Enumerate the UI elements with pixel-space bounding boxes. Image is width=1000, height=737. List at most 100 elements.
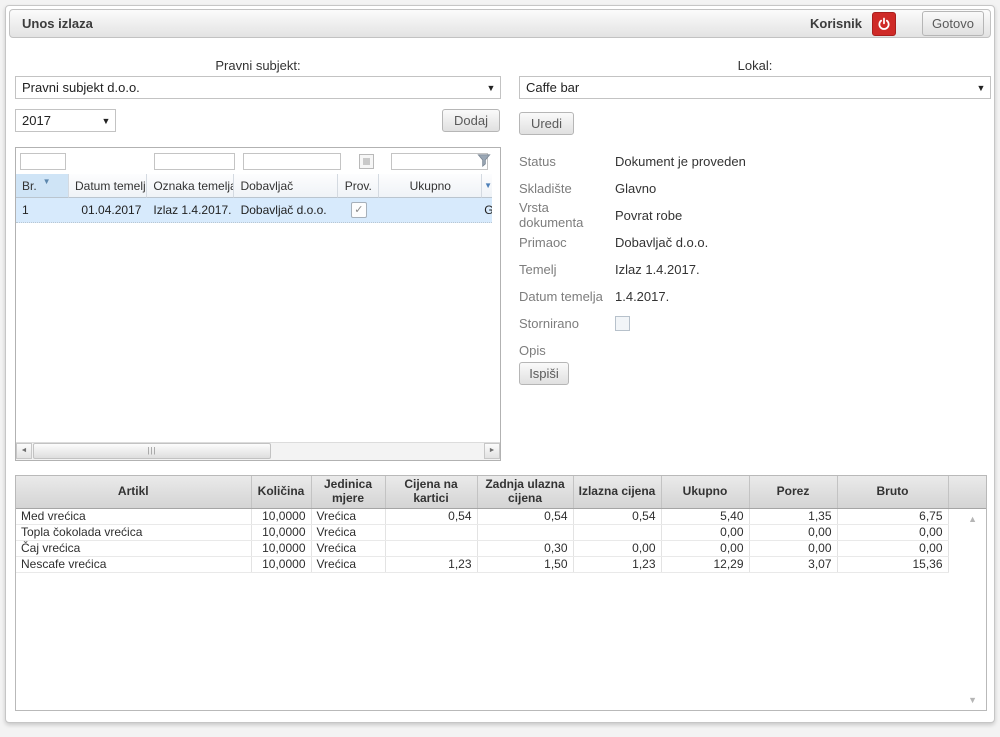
scroll-left-button[interactable]: ◄ — [16, 443, 32, 459]
detail-temelj-label: Temelj — [519, 261, 557, 277]
detail-status-value: Dokument je proveden — [615, 153, 746, 169]
items-scroll-down-button[interactable]: ▼ — [968, 695, 977, 705]
item-cijena-kartici: 1,23 — [385, 556, 478, 573]
grid-header-more[interactable]: ▼ — [482, 174, 492, 198]
item-porez: 0,00 — [749, 540, 838, 557]
items-header-kolicina[interactable]: Količina — [251, 476, 312, 509]
grid-filter-row — [16, 148, 492, 174]
app-window: Unos izlaza Korisnik Gotovo Pravni subje… — [5, 5, 995, 723]
detail-stornirano-label: Stornirano — [519, 315, 579, 331]
chevron-down-icon: ▼ — [976, 82, 986, 93]
detail-skladiste-label: Skladište — [519, 180, 572, 196]
items-header-artikl[interactable]: Artikl — [16, 476, 252, 509]
detail-opis: Opis — [519, 340, 615, 360]
item-ukupno: 0,00 — [661, 540, 750, 557]
detail-datum-value: 1.4.2017. — [615, 288, 670, 304]
filter-prov-checkbox[interactable] — [358, 153, 374, 169]
scroll-right-button[interactable]: ► — [484, 443, 500, 459]
item-izlazna: 1,23 — [573, 556, 662, 573]
item-kolicina: 10,0000 — [251, 508, 312, 525]
cell-datum-temelja: 01.04.2017 — [81, 203, 142, 217]
grid-header-datum-temelja[interactable]: Datum temelja — [68, 174, 148, 198]
done-button[interactable]: Gotovo — [922, 11, 984, 36]
grid-row-selected[interactable]: 1 01.04.2017 Izlaz 1.4.2017. Dobavljač d… — [16, 198, 492, 223]
cell-ukupno — [379, 198, 482, 222]
item-row[interactable]: Topla čokolada vrećica 10,0000 Vrećica 0… — [16, 524, 986, 541]
item-cijena-kartici — [385, 540, 478, 557]
item-ukupno: 0,00 — [661, 524, 750, 541]
location-value: Caffe bar — [526, 80, 580, 95]
grid-header-ukupno[interactable]: Ukupno — [379, 174, 483, 198]
item-artikl: Čaj vrećica — [16, 540, 252, 557]
cell-next-partial: Gla — [482, 198, 492, 222]
grid-horizontal-scrollbar[interactable]: ◄ ||| ► — [16, 442, 500, 460]
item-cijena-kartici: 0,54 — [385, 508, 478, 525]
cell-br: 1 — [22, 203, 29, 217]
item-izlazna — [573, 524, 662, 541]
chevron-down-icon: ▼ — [484, 181, 492, 190]
legal-entity-value: Pravni subjekt d.o.o. — [22, 80, 140, 95]
prov-checkbox-checked[interactable]: ✓ — [350, 202, 367, 218]
item-row[interactable]: Nescafe vrećica 10,0000 Vrećica 1,23 1,5… — [16, 556, 986, 573]
filter-br-input[interactable] — [20, 152, 66, 170]
item-izlazna: 0,00 — [573, 540, 662, 557]
scroll-down-icon: ▼ — [968, 695, 977, 705]
items-scroll-up-button[interactable]: ▲ — [968, 514, 977, 524]
scroll-left-icon: ◄ — [20, 447, 28, 454]
stornirano-checkbox[interactable] — [615, 315, 630, 331]
detail-temelj: Temelj Izlaz 1.4.2017. — [519, 259, 700, 279]
item-ukupno: 12,29 — [661, 556, 750, 573]
grid-header-br[interactable]: Br. ▼ — [16, 174, 69, 198]
items-header-cijena-kartici[interactable]: Cijena na kartici — [385, 476, 478, 509]
item-artikl: Med vrećica — [16, 508, 252, 525]
filter-dobavljac-input[interactable] — [243, 152, 341, 170]
detail-skladiste: Skladište Glavno — [519, 178, 656, 198]
legal-entity-select[interactable]: Pravni subjekt d.o.o. ▼ — [15, 76, 501, 99]
items-header-ukupno[interactable]: Ukupno — [661, 476, 750, 509]
scroll-right-icon: ► — [488, 447, 496, 454]
grid-header-row: Br. ▼ Datum temelja Oznaka temelja Dobavl… — [16, 174, 492, 198]
items-header-bruto[interactable]: Bruto — [837, 476, 949, 509]
print-button[interactable]: Ispiši — [519, 362, 569, 385]
grid-header-oznaka-temelja[interactable]: Oznaka temelja — [147, 174, 235, 198]
item-kolicina: 10,0000 — [251, 556, 312, 573]
filter-ukupno-input[interactable] — [391, 152, 488, 170]
checkbox-indeterminate-mark — [362, 157, 370, 165]
item-bruto: 0,00 — [837, 540, 949, 557]
title-bar: Unos izlaza Korisnik Gotovo — [9, 9, 991, 38]
items-header-jedinica[interactable]: Jedinica mjere — [311, 476, 386, 509]
location-select[interactable]: Caffe bar ▼ — [519, 76, 991, 99]
item-ukupno: 5,40 — [661, 508, 750, 525]
filter-oznaka-input[interactable] — [154, 152, 235, 170]
year-select[interactable]: 2017 ▼ — [15, 109, 116, 132]
cell-oznaka-temelja: Izlaz 1.4.2017. — [153, 203, 232, 217]
funnel-icon — [477, 154, 491, 168]
power-icon — [878, 17, 890, 30]
thumb-grip-icon: ||| — [147, 446, 157, 455]
item-row[interactable]: Med vrećica 10,0000 Vrećica 0,54 0,54 0,… — [16, 508, 986, 525]
item-zadnja-ulazna — [477, 524, 574, 541]
add-button[interactable]: Dodaj — [442, 109, 500, 132]
item-jedinica: Vrećica — [311, 508, 386, 525]
logout-button[interactable] — [872, 11, 896, 36]
scrollbar-thumb[interactable]: ||| — [33, 443, 271, 459]
grid-header-prov[interactable]: Prov. — [338, 174, 380, 198]
items-header-izlazna[interactable]: Izlazna cijena — [573, 476, 662, 509]
item-porez: 3,07 — [749, 556, 838, 573]
item-izlazna: 0,54 — [573, 508, 662, 525]
detail-vrsta-value: Povrat robe — [615, 207, 683, 223]
item-kolicina: 10,0000 — [251, 540, 312, 557]
edit-button[interactable]: Uredi — [519, 112, 574, 135]
filter-funnel-button[interactable] — [477, 153, 491, 172]
detail-vrsta-label: Vrsta dokumenta — [519, 200, 584, 230]
detail-opis-label: Opis — [519, 342, 546, 358]
items-table: Artikl Količina Jedinica mjere Cijena na… — [15, 475, 987, 711]
item-zadnja-ulazna: 1,50 — [477, 556, 574, 573]
items-header-zadnja-ulazna[interactable]: Zadnja ulazna cijena — [477, 476, 574, 509]
item-artikl: Topla čokolada vrećica — [16, 524, 252, 541]
page-title: Unos izlaza — [22, 16, 93, 31]
item-row[interactable]: Čaj vrećica 10,0000 Vrećica 0,30 0,00 0,… — [16, 540, 986, 557]
items-header-porez[interactable]: Porez — [749, 476, 838, 509]
grid-header-dobavljac[interactable]: Dobavljač — [234, 174, 339, 198]
item-zadnja-ulazna: 0,54 — [477, 508, 574, 525]
